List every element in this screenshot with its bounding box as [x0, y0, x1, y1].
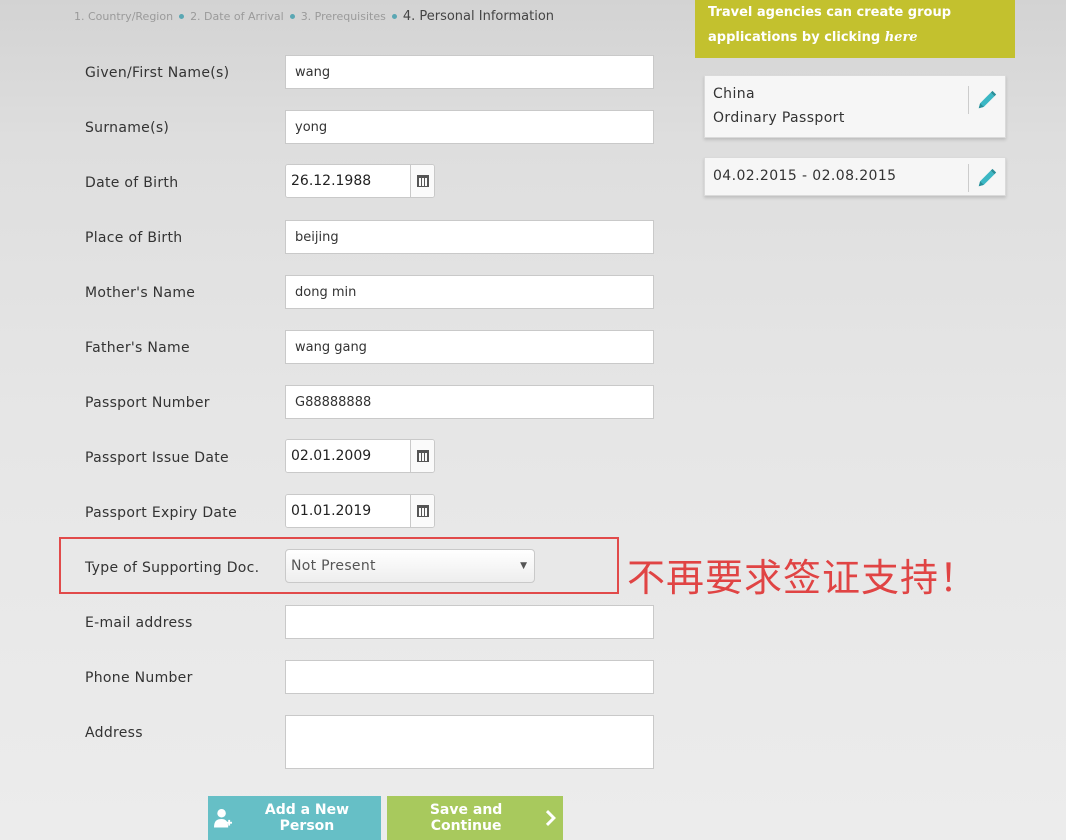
summary-country: China	[713, 86, 755, 102]
summary-passport-type: Ordinary Passport	[713, 110, 845, 126]
fathers-name-label: Father's Name	[85, 340, 190, 356]
address-row: Address	[85, 715, 657, 769]
passport-issue-date-label: Passport Issue Date	[85, 450, 229, 466]
passport-expiry-date-label: Passport Expiry Date	[85, 505, 237, 521]
mothers-name-input[interactable]	[285, 275, 654, 309]
phone-row: Phone Number	[85, 660, 657, 698]
add-person-icon	[214, 809, 232, 828]
summary-dates: 04.02.2015 - 02.08.2015	[713, 168, 897, 184]
save-and-continue-button[interactable]: Save and Continue	[387, 796, 563, 840]
add-new-person-button[interactable]: Add a New Person	[208, 796, 381, 840]
surname-row: Surname(s)	[85, 110, 657, 148]
breadcrumb-separator-dot	[179, 14, 185, 19]
given-name-row: Given/First Name(s)	[85, 55, 657, 93]
breadcrumb-step-arrival[interactable]: 2. Date of Arrival	[190, 10, 284, 23]
country-passport-card: China Ordinary Passport	[704, 75, 1006, 138]
calendar-icon	[416, 175, 429, 187]
group-application-promo: Travel agencies can create group applica…	[695, 0, 1015, 58]
date-of-birth-input[interactable]	[286, 165, 410, 197]
given-name-input[interactable]	[285, 55, 654, 89]
phone-label: Phone Number	[85, 670, 193, 686]
date-of-birth-picker	[285, 164, 435, 198]
calendar-icon	[416, 505, 429, 517]
breadcrumb: 1. Country/Region 2. Date of Arrival 3. …	[74, 9, 554, 24]
promo-here-link[interactable]: here	[885, 30, 918, 45]
annotation-text: 不再要求签证支持！	[627, 556, 979, 600]
surname-input[interactable]	[285, 110, 654, 144]
place-of-birth-input[interactable]	[285, 220, 654, 254]
place-of-birth-row: Place of Birth	[85, 220, 657, 258]
annotation-highlight-box	[59, 537, 619, 594]
mothers-name-label: Mother's Name	[85, 285, 196, 301]
calendar-icon	[416, 450, 429, 462]
passport-number-label: Passport Number	[85, 395, 210, 411]
email-row: E-mail address	[85, 605, 657, 643]
fathers-name-row: Father's Name	[85, 330, 657, 368]
fathers-name-input[interactable]	[285, 330, 654, 364]
address-textarea[interactable]	[285, 715, 654, 769]
edit-dates-button[interactable]	[968, 164, 1005, 192]
place-of-birth-label: Place of Birth	[85, 230, 183, 246]
surname-label: Surname(s)	[85, 120, 170, 136]
passport-expiry-date-calendar-button[interactable]	[410, 495, 434, 527]
email-input[interactable]	[285, 605, 654, 639]
mothers-name-row: Mother's Name	[85, 275, 657, 313]
passport-expiry-date-row: Passport Expiry Date	[85, 494, 657, 533]
breadcrumb-separator-dot	[289, 14, 295, 19]
email-label: E-mail address	[85, 615, 193, 631]
passport-expiry-date-input[interactable]	[286, 495, 410, 527]
date-of-birth-row: Date of Birth	[85, 164, 657, 203]
date-of-birth-label: Date of Birth	[85, 175, 179, 191]
breadcrumb-separator-dot	[391, 14, 397, 19]
passport-issue-date-input[interactable]	[286, 440, 410, 472]
save-and-continue-label: Save and Continue	[429, 802, 503, 834]
pencil-icon	[978, 90, 997, 109]
passport-expiry-date-picker	[285, 494, 435, 528]
breadcrumb-step-prerequisites[interactable]: 3. Prerequisites	[301, 10, 386, 23]
passport-issue-date-picker	[285, 439, 435, 473]
breadcrumb-step-personal-info: 4. Personal Information	[402, 9, 555, 24]
address-label: Address	[85, 725, 143, 741]
given-name-label: Given/First Name(s)	[85, 65, 230, 81]
breadcrumb-step-country[interactable]: 1. Country/Region	[74, 10, 173, 23]
passport-issue-date-calendar-button[interactable]	[410, 440, 434, 472]
travel-dates-card: 04.02.2015 - 02.08.2015	[704, 157, 1006, 196]
phone-input[interactable]	[285, 660, 654, 694]
passport-number-row: Passport Number	[85, 385, 657, 423]
passport-issue-date-row: Passport Issue Date	[85, 439, 657, 478]
add-new-person-label: Add a New Person	[264, 802, 350, 834]
chevron-right-icon	[546, 810, 557, 826]
edit-country-button[interactable]	[968, 86, 1005, 114]
date-of-birth-calendar-button[interactable]	[410, 165, 434, 197]
passport-number-input[interactable]	[285, 385, 654, 419]
pencil-icon	[978, 168, 997, 187]
